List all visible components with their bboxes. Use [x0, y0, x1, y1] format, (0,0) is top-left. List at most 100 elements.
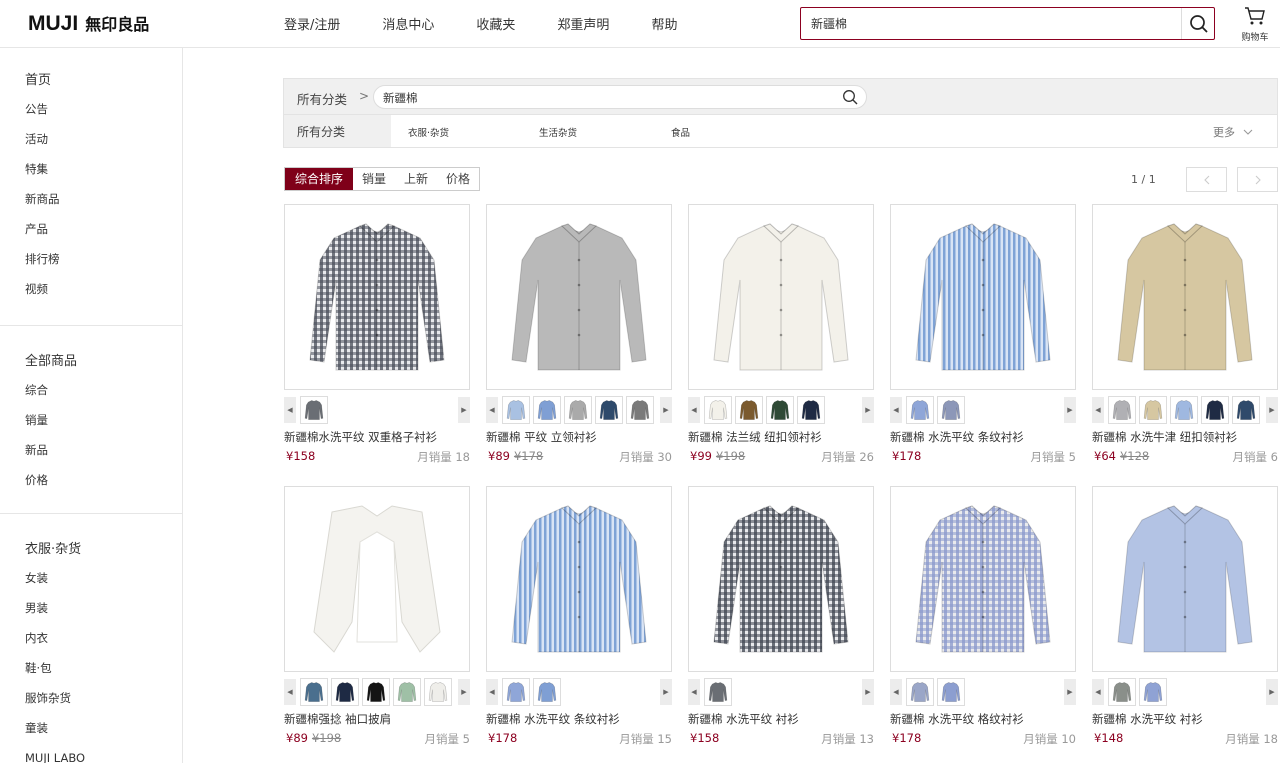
cart-button[interactable]: 购物车	[1237, 6, 1273, 43]
category-living[interactable]: 生活杂货	[539, 125, 577, 139]
swatch-prev-arrow-icon[interactable]: ◀	[688, 397, 700, 423]
color-swatch[interactable]	[1201, 396, 1229, 424]
color-swatch[interactable]	[1139, 396, 1167, 424]
swatch-prev-arrow-icon[interactable]: ◀	[890, 679, 902, 705]
swatch-next-arrow-icon[interactable]: ▶	[1064, 397, 1076, 423]
sidebar-item-muji-labo[interactable]: MUJI LABO	[25, 749, 182, 763]
product-card[interactable]: ◀ ▶ 新疆棉 法兰绒 纽扣领衬衫 ¥99 ¥198 月销量 26	[688, 204, 874, 467]
product-card[interactable]: ◀ ▶ 新疆棉 水洗平纹 条纹衬衫 ¥178 月销量 15	[486, 486, 672, 749]
color-swatch[interactable]	[797, 396, 825, 424]
product-name[interactable]: 新疆棉水洗平纹 双重格子衬衫	[284, 428, 470, 446]
product-image-frame[interactable]	[688, 486, 874, 672]
search-input[interactable]	[801, 8, 1181, 39]
product-image-frame[interactable]	[486, 204, 672, 390]
color-swatch[interactable]	[393, 678, 421, 706]
color-swatch[interactable]	[704, 678, 732, 706]
product-name[interactable]: 新疆棉 水洗平纹 条纹衬衫	[890, 428, 1076, 446]
color-swatch[interactable]	[1170, 396, 1198, 424]
sidebar-item-announcement[interactable]: 公告	[25, 100, 182, 130]
nav-messages[interactable]: 消息中心	[382, 14, 434, 33]
swatch-next-arrow-icon[interactable]: ▶	[1266, 679, 1278, 705]
sidebar-item-women[interactable]: 女装	[25, 569, 182, 599]
color-swatch[interactable]	[300, 678, 328, 706]
sidebar-item-events[interactable]: 活动	[25, 130, 182, 160]
product-image-frame[interactable]	[1092, 204, 1278, 390]
sidebar-head-apparel[interactable]: 衣服·杂货	[25, 538, 182, 557]
product-card[interactable]: ◀ ▶ 新疆棉 水洗牛津 纽扣领衬衫 ¥64 ¥128 月销量 6	[1092, 204, 1278, 467]
sidebar-item-products[interactable]: 产品	[25, 220, 182, 250]
sort-price[interactable]: 价格	[437, 168, 480, 190]
search-icon[interactable]	[842, 89, 859, 106]
color-swatch[interactable]	[1108, 678, 1136, 706]
sidebar-item-kids[interactable]: 童装	[25, 719, 182, 749]
product-image-frame[interactable]	[890, 204, 1076, 390]
product-name[interactable]: 新疆棉强捻 袖口披肩	[284, 710, 470, 728]
swatch-prev-arrow-icon[interactable]: ◀	[890, 397, 902, 423]
color-swatch[interactable]	[424, 678, 452, 706]
next-page-button[interactable]	[1237, 167, 1278, 192]
color-swatch[interactable]	[502, 678, 530, 706]
swatch-next-arrow-icon[interactable]: ▶	[660, 397, 672, 423]
color-swatch[interactable]	[331, 678, 359, 706]
product-name[interactable]: 新疆棉 水洗平纹 格纹衬衫	[890, 710, 1076, 728]
swatch-prev-arrow-icon[interactable]: ◀	[284, 397, 296, 423]
product-card[interactable]: ◀ ▶ 新疆棉强捻 袖口披肩 ¥89 ¥198 月销量 5	[284, 486, 470, 749]
product-image-frame[interactable]	[284, 204, 470, 390]
sidebar-item-accessories[interactable]: 服饰杂货	[25, 689, 182, 719]
muji-logo[interactable]: MUJI 無印良品	[28, 11, 149, 36]
swatch-next-arrow-icon[interactable]: ▶	[862, 397, 874, 423]
swatch-prev-arrow-icon[interactable]: ◀	[1092, 679, 1104, 705]
product-card[interactable]: ◀ ▶ 新疆棉 水洗平纹 衬衫 ¥158 月销量 13	[688, 486, 874, 749]
swatch-next-arrow-icon[interactable]: ▶	[1064, 679, 1076, 705]
product-name[interactable]: 新疆棉 水洗牛津 纽扣领衬衫	[1092, 428, 1278, 446]
color-swatch[interactable]	[595, 396, 623, 424]
sidebar-item-underwear[interactable]: 内衣	[25, 629, 182, 659]
product-name[interactable]: 新疆棉 平纹 立领衬衫	[486, 428, 672, 446]
product-image-frame[interactable]	[890, 486, 1076, 672]
category-food[interactable]: 食品	[671, 125, 690, 139]
nav-statement[interactable]: 郑重声明	[557, 14, 609, 33]
sidebar-item-shoes-bags[interactable]: 鞋·包	[25, 659, 182, 689]
sidebar-head-all[interactable]: 全部商品	[25, 350, 182, 369]
sidebar-item-men[interactable]: 男装	[25, 599, 182, 629]
sidebar-item-new[interactable]: 新商品	[25, 190, 182, 220]
nav-favorites[interactable]: 收藏夹	[476, 14, 515, 33]
product-name[interactable]: 新疆棉 水洗平纹 条纹衬衫	[486, 710, 672, 728]
category-apparel[interactable]: 衣服·杂货	[408, 125, 449, 139]
color-swatch[interactable]	[300, 396, 328, 424]
color-swatch[interactable]	[533, 678, 561, 706]
product-name[interactable]: 新疆棉 水洗平纹 衬衫	[688, 710, 874, 728]
color-swatch[interactable]	[766, 396, 794, 424]
swatch-next-arrow-icon[interactable]: ▶	[660, 679, 672, 705]
color-swatch[interactable]	[735, 396, 763, 424]
color-swatch[interactable]	[502, 396, 530, 424]
sidebar-item-ranking[interactable]: 排行榜	[25, 250, 182, 280]
swatch-prev-arrow-icon[interactable]: ◀	[486, 679, 498, 705]
color-swatch[interactable]	[1139, 678, 1167, 706]
sidebar-item-sales[interactable]: 销量	[25, 411, 182, 441]
nav-login[interactable]: 登录/注册	[284, 14, 340, 33]
product-card[interactable]: ◀ ▶ 新疆棉 水洗平纹 格纹衬衫 ¥178 月销量 10	[890, 486, 1076, 749]
swatch-next-arrow-icon[interactable]: ▶	[1266, 397, 1278, 423]
swatch-prev-arrow-icon[interactable]: ◀	[284, 679, 296, 705]
color-swatch[interactable]	[937, 396, 965, 424]
color-swatch[interactable]	[704, 396, 732, 424]
search-button[interactable]	[1182, 8, 1215, 39]
sidebar-item-overall[interactable]: 综合	[25, 381, 182, 411]
sort-sales[interactable]: 销量	[353, 168, 396, 190]
swatch-next-arrow-icon[interactable]: ▶	[458, 397, 470, 423]
keyword-search-field[interactable]: 新疆棉	[373, 85, 867, 109]
swatch-prev-arrow-icon[interactable]: ◀	[1092, 397, 1104, 423]
breadcrumb-all[interactable]: 所有分类	[297, 89, 347, 108]
sidebar-item-video[interactable]: 视频	[25, 280, 182, 310]
sidebar-item-features[interactable]: 特集	[25, 160, 182, 190]
color-swatch[interactable]	[906, 678, 934, 706]
color-swatch[interactable]	[1232, 396, 1260, 424]
sidebar-item-price[interactable]: 价格	[25, 471, 182, 501]
color-swatch[interactable]	[906, 396, 934, 424]
product-image-frame[interactable]	[1092, 486, 1278, 672]
color-swatch[interactable]	[533, 396, 561, 424]
product-image-frame[interactable]	[688, 204, 874, 390]
swatch-prev-arrow-icon[interactable]: ◀	[486, 397, 498, 423]
product-card[interactable]: ◀ ▶ 新疆棉 水洗平纹 条纹衬衫 ¥178 月销量 5	[890, 204, 1076, 467]
